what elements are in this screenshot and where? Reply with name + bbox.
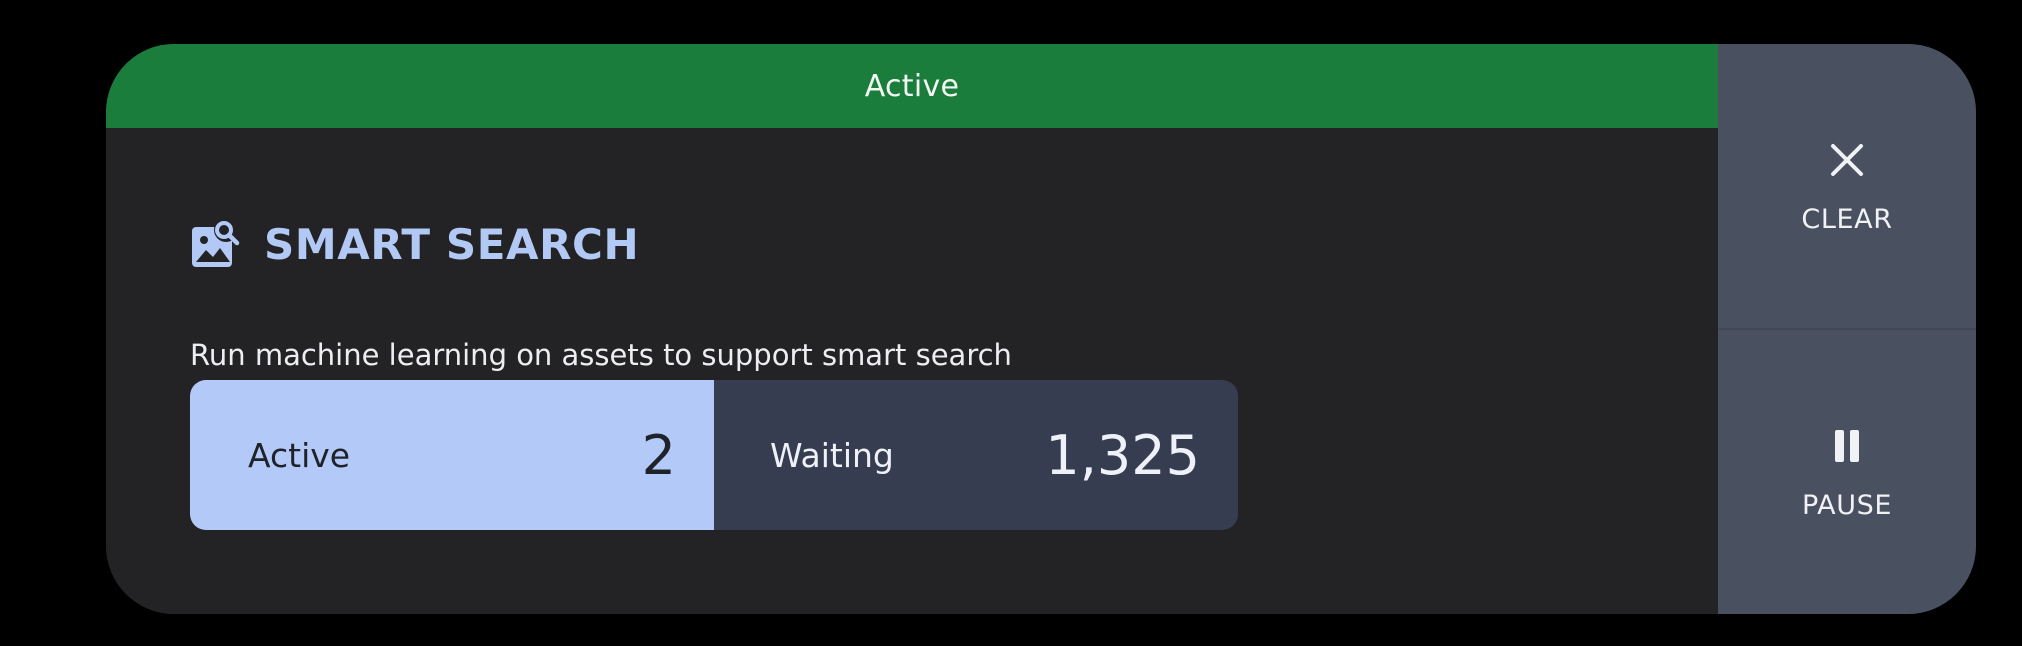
job-stats: Active 2 Waiting 1,325 (190, 380, 1238, 530)
job-title: SMART SEARCH (264, 219, 640, 269)
image-search-icon (190, 218, 242, 270)
close-icon (1825, 138, 1869, 182)
pause-button-label: PAUSE (1802, 489, 1892, 521)
active-count-label: Active (248, 435, 351, 475)
waiting-count-value: 1,325 (1045, 423, 1200, 487)
pause-button[interactable]: PAUSE (1718, 330, 1976, 614)
job-actions: CLEAR PAUSE (1718, 44, 1976, 614)
job-main-panel: Active SMART SEARCH Run machine learning… (106, 44, 1718, 614)
waiting-count-label: Waiting (770, 435, 894, 475)
active-count-value: 2 (641, 423, 676, 487)
clear-button[interactable]: CLEAR (1718, 44, 1976, 330)
job-header: SMART SEARCH (190, 218, 639, 270)
waiting-count-tile: Waiting 1,325 (714, 380, 1238, 530)
job-card: Active SMART SEARCH Run machine learning… (106, 44, 1976, 614)
clear-button-label: CLEAR (1801, 203, 1893, 235)
job-description: Run machine learning on assets to suppor… (190, 338, 1012, 372)
job-status-bar: Active (106, 44, 1718, 128)
job-status-label: Active (864, 68, 960, 104)
active-count-tile: Active 2 (190, 380, 714, 530)
pause-icon (1825, 424, 1869, 468)
